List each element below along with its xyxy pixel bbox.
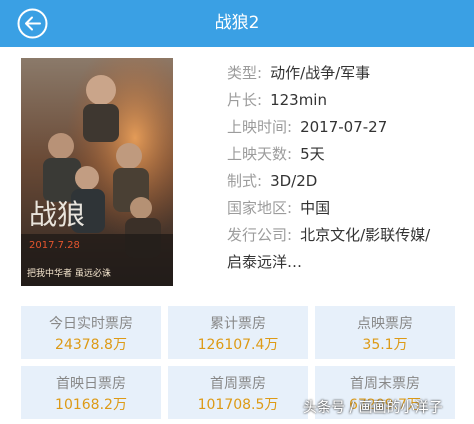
stat-label: 首周票房 [210, 376, 266, 392]
info-label: 上映时间: [227, 118, 293, 136]
info-value: 5天 [300, 145, 325, 163]
info-distributor-continuation: 启泰远洋… [227, 253, 303, 271]
info-row-distributor: 发行公司: 北京文化/影联传媒/ [227, 223, 430, 247]
stat-label: 累计票房 [210, 316, 266, 332]
info-value: 123min [270, 91, 327, 109]
stat-value: 24378.8万 [55, 337, 127, 353]
stat-value: 35.1万 [362, 337, 408, 353]
stat-value: 101708.5万 [197, 397, 279, 413]
stat-label: 点映票房 [357, 316, 413, 332]
info-value: 动作/战争/军事 [270, 64, 371, 82]
info-label: 片长: [227, 91, 263, 109]
stat-label: 首映日票房 [56, 376, 126, 392]
info-row-runtime: 片长: 123min [227, 88, 327, 112]
stat-cumulative[interactable]: 累计票房 126107.4万 [168, 306, 308, 359]
info-label: 类型: [227, 64, 263, 82]
info-row-release-date: 上映时间: 2017-07-27 [227, 115, 387, 139]
info-label: 制式: [227, 172, 263, 190]
svg-text:战狼: 战狼 [29, 198, 85, 231]
info-row-format: 制式: 3D/2D [227, 169, 317, 193]
info-row-genre: 类型: 动作/战争/军事 [227, 61, 370, 85]
stat-label: 首周末票房 [350, 376, 420, 392]
info-label: 上映天数: [227, 145, 293, 163]
app-header: 战狼2 [0, 0, 474, 47]
movie-poster[interactable]: 战狼 2017.7.28 把我中华者 虽远必诛 [21, 58, 173, 286]
info-value: 北京文化/影联传媒/ [300, 226, 431, 244]
svg-text:2017.7.28: 2017.7.28 [29, 240, 80, 251]
poster-tagline: 把我中华者 虽远必诛 [27, 269, 111, 279]
stat-value: 10168.2万 [55, 397, 127, 413]
info-value: 中国 [300, 199, 331, 217]
info-row-region: 国家地区: 中国 [227, 196, 330, 220]
stat-today-realtime[interactable]: 今日实时票房 24378.8万 [21, 306, 161, 359]
info-label: 发行公司: [227, 226, 293, 244]
stat-opening-day[interactable]: 首映日票房 10168.2万 [21, 366, 161, 419]
info-value: 2017-07-27 [300, 118, 388, 136]
poster-artwork: 战狼 2017.7.28 [21, 58, 173, 286]
info-row-days-showing: 上映天数: 5天 [227, 142, 325, 166]
info-label: 国家地区: [227, 199, 293, 217]
info-value: 3D/2D [270, 172, 318, 190]
page-title: 战狼2 [214, 13, 260, 33]
source-watermark: 头条号 / 画画的小洋子 [303, 400, 443, 416]
stat-first-week[interactable]: 首周票房 101708.5万 [168, 366, 308, 419]
stat-value: 126107.4万 [197, 337, 279, 353]
stat-preview[interactable]: 点映票房 35.1万 [315, 306, 455, 359]
stat-label: 今日实时票房 [49, 316, 133, 332]
